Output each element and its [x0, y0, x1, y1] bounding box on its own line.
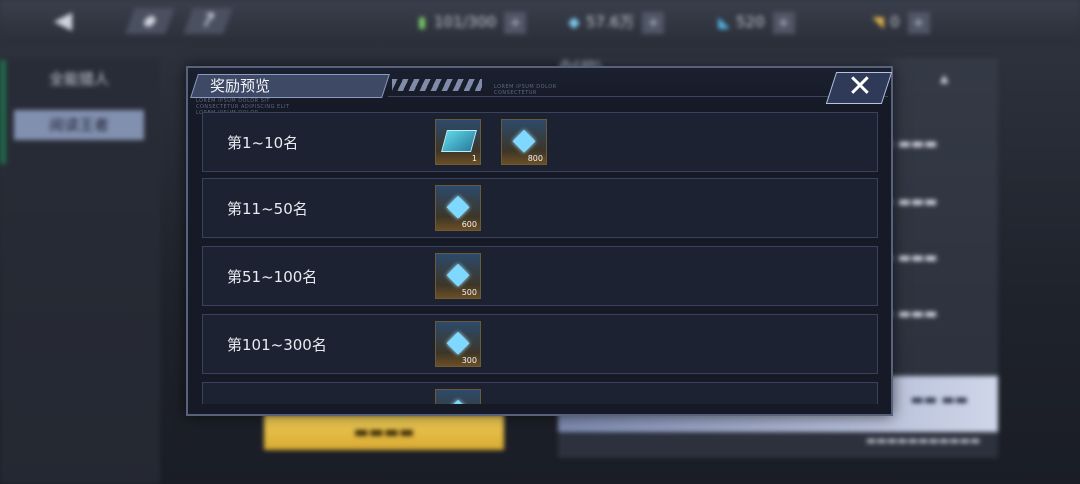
rank-range-label: 第101~300名	[227, 336, 327, 354]
diamond-icon: ◆	[568, 13, 580, 31]
reward-preview-dialog: 奖励预览 LOREM IPSUM DOLOR CONSECTETUR LOREM…	[186, 66, 893, 416]
rank-hint: ▬▬▬▬▬▬▬▬▬▬▬	[866, 434, 981, 447]
left-edge-tab	[0, 60, 6, 164]
ticket-icon: ◥	[872, 13, 884, 31]
header-divider	[388, 96, 888, 97]
close-icon[interactable]: ✕	[843, 70, 877, 104]
reward-row: 第11~50名 ◆ 600	[202, 178, 878, 238]
reward-list[interactable]: 第1~10名 1 ◆ 800 第11~50名 ◆ 600 第51~100名 ◆ …	[202, 112, 880, 404]
tab-reading-king[interactable]: 阅读王者	[14, 110, 144, 140]
reward-item-diamond[interactable]: ◆ 600	[435, 185, 481, 231]
reward-item-diamond[interactable]: ◆	[435, 389, 481, 404]
diamond-value: 57.6万	[586, 13, 635, 31]
help-button[interactable]: ?	[183, 8, 233, 34]
top-bar: ◀ ● ? ▮ 101/300 + ◆ 57.6万 + ◣ 520 + ◥ 0 +	[0, 0, 1080, 44]
ticket-value: 0	[890, 13, 900, 31]
ticket-counter: ◥ 0 +	[870, 8, 930, 36]
add-diamond-button[interactable]: +	[642, 12, 665, 34]
dialog-title: 奖励预览	[210, 77, 271, 95]
add-crystal-button[interactable]: +	[772, 12, 795, 34]
rank-row: ▬ ▬▬▬	[880, 194, 938, 210]
crystal-counter: ◣ 520 +	[716, 8, 795, 36]
reward-row: 第101~300名 ◆ 300	[202, 314, 878, 374]
stamina-icon: ▮	[417, 13, 427, 31]
tab-all-round-hunter[interactable]: 全能猎人	[14, 64, 144, 94]
rank-range-label: 第51~100名	[227, 268, 318, 286]
rank-shop-icon[interactable]: ▲	[940, 72, 948, 85]
reward-qty: 500	[461, 288, 477, 297]
diamond-counter: ◆ 57.6万 +	[566, 8, 665, 36]
reward-qty: 300	[461, 356, 477, 365]
rank-range-label: 第11~50名	[227, 200, 308, 218]
home-button[interactable]: ●	[125, 8, 175, 34]
diamond-icon: ◆	[436, 392, 480, 404]
rank-range-label: 第1~10名	[227, 134, 299, 152]
reward-item-diamond[interactable]: ◆ 500	[435, 253, 481, 299]
rank-row: ▬ ▬▬▬	[880, 250, 938, 266]
add-ticket-button[interactable]: +	[907, 12, 930, 34]
decorative-stripes	[392, 79, 482, 91]
rank-row: ▬ ▬▬▬	[880, 136, 938, 152]
diamond-icon: ◆	[446, 188, 470, 223]
add-stamina-button[interactable]: +	[504, 12, 527, 34]
back-button[interactable]: ◀	[38, 6, 88, 34]
crystal-value: 520	[736, 13, 765, 31]
reward-qty: 800	[527, 154, 543, 163]
reward-row: 第1~10名 1 ◆ 800	[202, 112, 878, 172]
go-challenge-button[interactable]: ▬▬▬▬	[264, 414, 504, 450]
stamina-counter: ▮ 101/300 +	[414, 8, 527, 36]
diamond-icon: ◆	[512, 122, 536, 157]
crystal-icon: ◣	[718, 13, 730, 31]
card-icon	[441, 130, 477, 152]
dialog-header: 奖励预览 LOREM IPSUM DOLOR CONSECTETUR LOREM…	[188, 68, 893, 116]
reward-item-card[interactable]: 1	[435, 119, 481, 165]
reward-row: ◆	[202, 382, 878, 404]
decorative-text: LOREM IPSUM DOLOR CONSECTETUR	[494, 84, 557, 96]
reward-item-diamond[interactable]: ◆ 800	[501, 119, 547, 165]
reward-row: 第51~100名 ◆ 500	[202, 246, 878, 306]
reward-qty: 1	[471, 154, 477, 163]
reward-qty: 600	[461, 220, 477, 229]
diamond-icon: ◆	[446, 256, 470, 291]
stamina-value: 101/300	[434, 13, 497, 31]
rank-row: ▬ ▬▬▬	[880, 306, 938, 322]
diamond-icon: ◆	[446, 324, 470, 359]
reward-item-diamond[interactable]: ◆ 300	[435, 321, 481, 367]
